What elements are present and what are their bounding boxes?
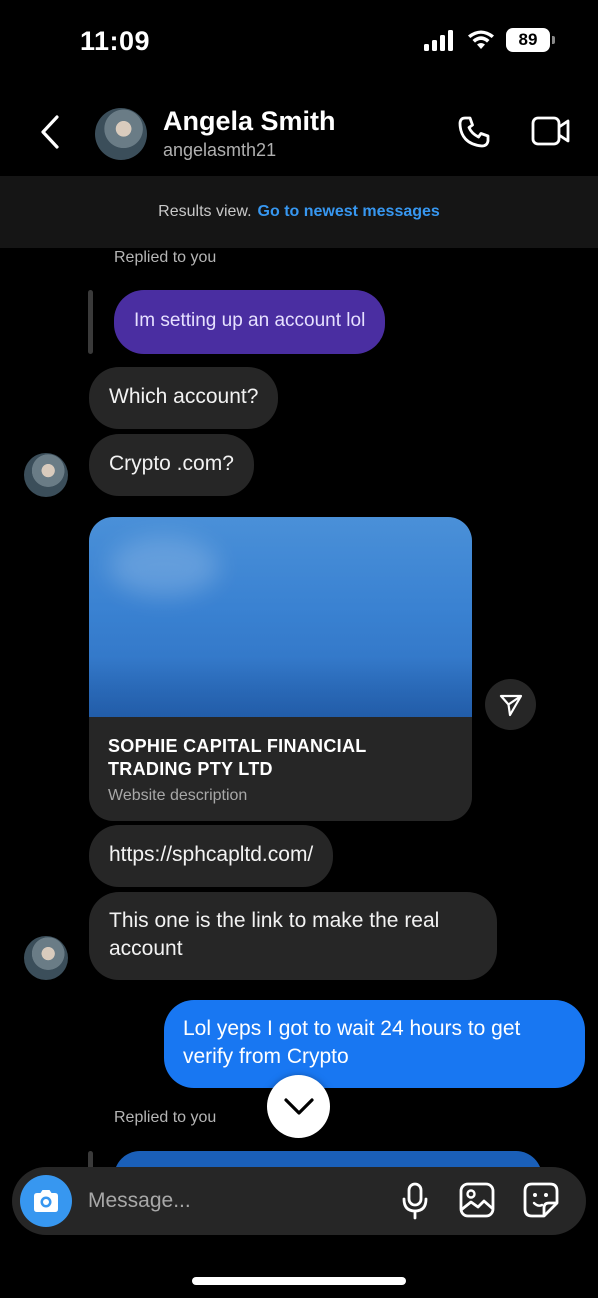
signal-icon — [424, 30, 453, 51]
chat-header: Angela Smith angelasmth21 — [0, 84, 598, 176]
reply-label: Replied to you — [114, 1109, 217, 1126]
scroll-to-bottom-button[interactable] — [267, 1075, 330, 1138]
contact-username[interactable]: angelasmth21 — [163, 140, 276, 161]
results-text: Results view. — [158, 203, 252, 220]
link-preview-title: SOPHIE CAPITAL FINANCIAL TRADING PTY LTD — [108, 736, 367, 779]
video-call-button[interactable] — [530, 114, 572, 153]
contact-name[interactable]: Angela Smith — [163, 106, 336, 137]
audio-call-button[interactable] — [456, 114, 492, 155]
status-time: 11:09 — [80, 26, 151, 56]
share-button[interactable] — [485, 679, 536, 730]
chevron-left-icon — [41, 115, 59, 149]
microphone-icon — [402, 1182, 428, 1220]
camera-button[interactable] — [20, 1175, 72, 1227]
link-preview-card[interactable]: SOPHIE CAPITAL FINANCIAL TRADING PTY LTD… — [89, 517, 472, 821]
reply-label: Replied to you — [114, 249, 217, 266]
camera-icon — [34, 1190, 58, 1212]
replied-message-bubble[interactable]: Im setting up an account lol — [114, 290, 386, 354]
received-message-bubble[interactable]: https://sphcapltd.com/ — [89, 825, 334, 887]
back-button[interactable] — [32, 112, 68, 152]
link-preview-description: Website description — [108, 787, 248, 804]
sender-avatar[interactable] — [24, 453, 68, 497]
battery-indicator: 89 — [506, 28, 555, 52]
sender-avatar[interactable] — [24, 936, 68, 980]
status-bar: 11:09 89 — [0, 0, 598, 84]
results-banner: Results view. Go to newest messages — [0, 176, 598, 248]
gallery-button[interactable] — [458, 1181, 496, 1224]
send-icon — [499, 694, 522, 716]
reply-indicator-bar — [88, 290, 93, 354]
sent-message-bubble[interactable]: Lol yeps I got to wait 24 hours to get v… — [164, 1000, 585, 1088]
video-icon — [531, 116, 570, 146]
sticker-icon — [523, 1182, 559, 1218]
image-icon — [459, 1182, 495, 1218]
received-message-bubble[interactable]: Which account? — [89, 367, 279, 429]
message-input[interactable] — [88, 1167, 378, 1235]
go-to-newest-link[interactable]: Go to newest messages — [258, 203, 440, 221]
link-preview-image[interactable] — [89, 517, 472, 717]
wifi-icon — [468, 30, 494, 49]
phone-icon — [458, 116, 490, 148]
status-icons: 89 — [424, 28, 555, 52]
received-message-bubble[interactable]: This one is the link to make the real ac… — [89, 892, 497, 980]
home-indicator[interactable] — [192, 1277, 406, 1285]
sticker-button[interactable] — [522, 1181, 560, 1224]
chevron-down-icon — [283, 1097, 314, 1115]
message-composer — [12, 1167, 586, 1235]
received-message-bubble[interactable]: Crypto .com? — [89, 434, 254, 496]
voice-message-button[interactable] — [400, 1181, 430, 1226]
contact-avatar[interactable] — [95, 108, 147, 160]
